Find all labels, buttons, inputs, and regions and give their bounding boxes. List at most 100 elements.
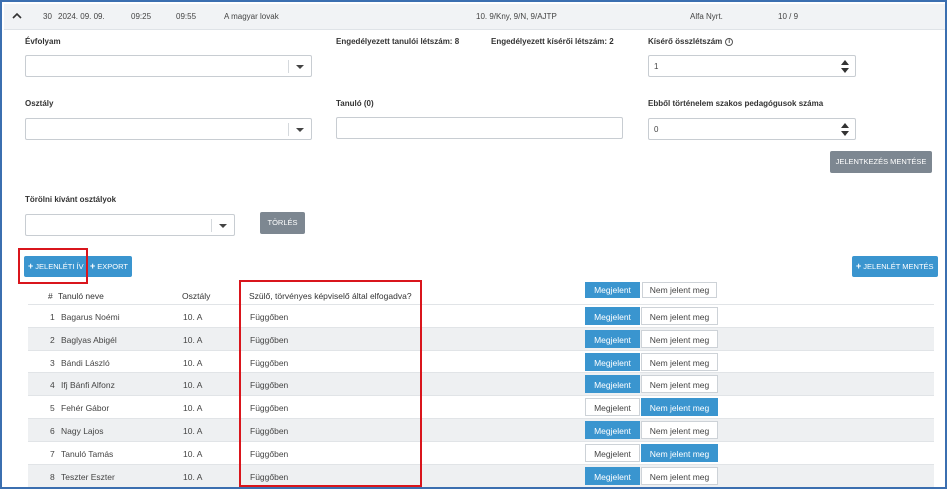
present-toggle[interactable]: Megjelent xyxy=(585,466,640,485)
row-num: 6 xyxy=(50,426,55,436)
header-absent-toggle[interactable]: Nem jelent meg xyxy=(642,282,717,298)
table-row: 1 Bagarus Noémi 10. A Függőben Megjelent Nem … xyxy=(28,304,934,327)
student-name: Baglyas Abigél xyxy=(61,334,117,345)
col-class-header: Osztály xyxy=(182,291,211,301)
student-class: 10. A xyxy=(183,403,203,414)
select-separator xyxy=(288,123,289,136)
summary-provider: Alfa Nyrt. xyxy=(690,12,723,21)
escort-total-value: 1 xyxy=(654,62,659,71)
row-num: 5 xyxy=(50,403,55,414)
student-class: 10. A xyxy=(183,357,203,368)
student-class: 10. A xyxy=(183,426,203,436)
summary-classes: 10. 9/Kny, 9/N, 9/AJTP xyxy=(476,12,557,21)
escort-total-input[interactable]: 1 xyxy=(648,55,856,77)
absent-toggle[interactable]: Nem jelent meg xyxy=(641,375,718,394)
delete-classes-select[interactable] xyxy=(25,214,235,236)
present-toggle[interactable]: Megjelent xyxy=(585,421,640,439)
row-num: 1 xyxy=(50,312,55,322)
evfolyam-label: Évfolyam xyxy=(25,37,61,46)
student-class: 10. A xyxy=(183,380,203,391)
plus-icon: + xyxy=(90,261,96,271)
history-teachers-value: 0 xyxy=(654,125,659,134)
tanulo-label: Tanuló (0) xyxy=(336,99,374,108)
absent-toggle[interactable]: Nem jelent meg xyxy=(641,352,718,371)
student-name: Fehér Gábor xyxy=(61,403,110,414)
attendance-save-label: JELENLÉT MENTÉS xyxy=(863,262,934,271)
row-num: 8 xyxy=(50,471,55,482)
absent-toggle[interactable]: Nem jelent meg xyxy=(641,421,718,439)
table-row: 4 Ifj Bánfi Alfonz 10. A Függőben Megjelent N… xyxy=(28,372,934,396)
allowed-students-text: Engedélyezett tanulói létszám: 8 xyxy=(336,37,460,46)
student-class: 10. A xyxy=(183,312,203,322)
attendance-save-button[interactable]: + JELENLÉT MENTÉS xyxy=(852,256,938,277)
highlight-box-consent xyxy=(239,280,422,487)
student-class: 10. A xyxy=(183,334,203,345)
chevron-down-icon[interactable] xyxy=(296,128,304,132)
absent-toggle[interactable]: Nem jelent meg xyxy=(641,466,718,485)
export-label: EXPORT xyxy=(97,262,128,271)
summary-row[interactable]: 30 2024. 09. 09. 09:25 09:55 A magyar lo… xyxy=(4,4,945,30)
table-row: 3 Bándi László 10. A Függőben Megjelent Nem j… xyxy=(28,349,934,373)
table-row: 5 Fehér Gábor 10. A Függőben Megjelent Nem je… xyxy=(28,395,934,418)
student-name: Teszter Eszter xyxy=(61,471,115,482)
student-class: 10. A xyxy=(183,471,203,482)
stepper-icon[interactable] xyxy=(841,60,849,74)
absent-toggle[interactable]: Nem jelent meg xyxy=(641,329,718,348)
student-class: 10. A xyxy=(183,448,203,459)
present-toggle[interactable]: Megjelent xyxy=(585,443,640,462)
summary-count: 30 xyxy=(43,12,52,21)
absent-toggle[interactable]: Nem jelent meg xyxy=(641,398,718,417)
delete-classes-label: Törölni kívánt osztályok xyxy=(25,195,117,204)
escort-total-label: Kísérő összlétszám i xyxy=(648,37,734,46)
delete-button[interactable]: TÖRLÉS xyxy=(260,212,305,234)
student-name: Ifj Bánfi Alfonz xyxy=(61,380,115,391)
window-frame: 30 2024. 09. 09. 09:25 09:55 A magyar lo… xyxy=(0,0,947,489)
save-registration-button[interactable]: JELENTKEZÉS MENTÉSE xyxy=(830,151,932,173)
present-toggle[interactable]: Megjelent xyxy=(585,307,640,325)
table-row: 8 Teszter Eszter 10. A Függőben Megjelent Nem… xyxy=(28,463,934,487)
chevron-up-icon[interactable] xyxy=(10,9,24,23)
absent-toggle[interactable]: Nem jelent meg xyxy=(641,443,718,462)
row-num: 4 xyxy=(50,380,55,391)
col-num-header: # xyxy=(48,291,53,301)
present-toggle[interactable]: Megjelent xyxy=(585,329,640,348)
summary-date: 2024. 09. 09. xyxy=(58,12,105,21)
student-name: Tanuló Tamás xyxy=(61,448,114,459)
table-row: 6 Nagy Lajos 10. A Függőben Megjelent Nem jel… xyxy=(28,418,934,441)
student-name: Bagarus Noémi xyxy=(61,312,120,322)
history-teachers-label: Ebből történelem szakos pedagógusok szám… xyxy=(648,99,824,108)
evfolyam-select[interactable] xyxy=(25,55,312,77)
row-num: 7 xyxy=(50,448,55,459)
table-row: 7 Tanuló Tamás 10. A Függőben Megjelent Nem j… xyxy=(28,440,934,464)
present-toggle[interactable]: Megjelent xyxy=(585,352,640,371)
export-button[interactable]: + EXPORT xyxy=(86,256,132,277)
summary-title: A magyar lovak xyxy=(224,12,279,21)
allowed-escorts-text: Engedélyezett kísérői létszám: 2 xyxy=(491,37,614,46)
col-name-header: Tanuló neve xyxy=(58,291,104,301)
info-icon[interactable]: i xyxy=(725,37,734,46)
plus-icon: + xyxy=(856,261,862,271)
present-toggle[interactable]: Megjelent xyxy=(585,375,640,394)
summary-ratio: 10 / 9 xyxy=(778,12,799,21)
summary-start: 09:25 xyxy=(131,12,152,21)
absent-toggle[interactable]: Nem jelent meg xyxy=(641,307,718,325)
chevron-down-icon[interactable] xyxy=(219,224,227,228)
osztaly-label: Osztály xyxy=(25,99,54,108)
header-present-toggle[interactable]: Megjelent xyxy=(585,282,640,298)
chevron-down-icon[interactable] xyxy=(296,65,304,69)
tanulo-input[interactable] xyxy=(336,117,623,139)
highlight-box-attendance xyxy=(18,248,88,284)
escort-total-label-text: Kísérő összlétszám xyxy=(648,37,723,46)
row-num: 2 xyxy=(50,334,55,345)
history-teachers-input[interactable]: 0 xyxy=(648,118,856,140)
present-toggle[interactable]: Megjelent xyxy=(585,398,640,417)
table-row: 2 Baglyas Abigél 10. A Függőben Megjelent Nem… xyxy=(28,326,934,350)
student-name: Nagy Lajos xyxy=(61,426,104,436)
osztaly-select[interactable] xyxy=(25,118,312,140)
summary-end: 09:55 xyxy=(176,12,197,21)
select-separator xyxy=(211,219,212,232)
select-separator xyxy=(288,60,289,73)
stepper-icon[interactable] xyxy=(841,123,849,137)
student-name: Bándi László xyxy=(61,357,110,368)
row-num: 3 xyxy=(50,357,55,368)
